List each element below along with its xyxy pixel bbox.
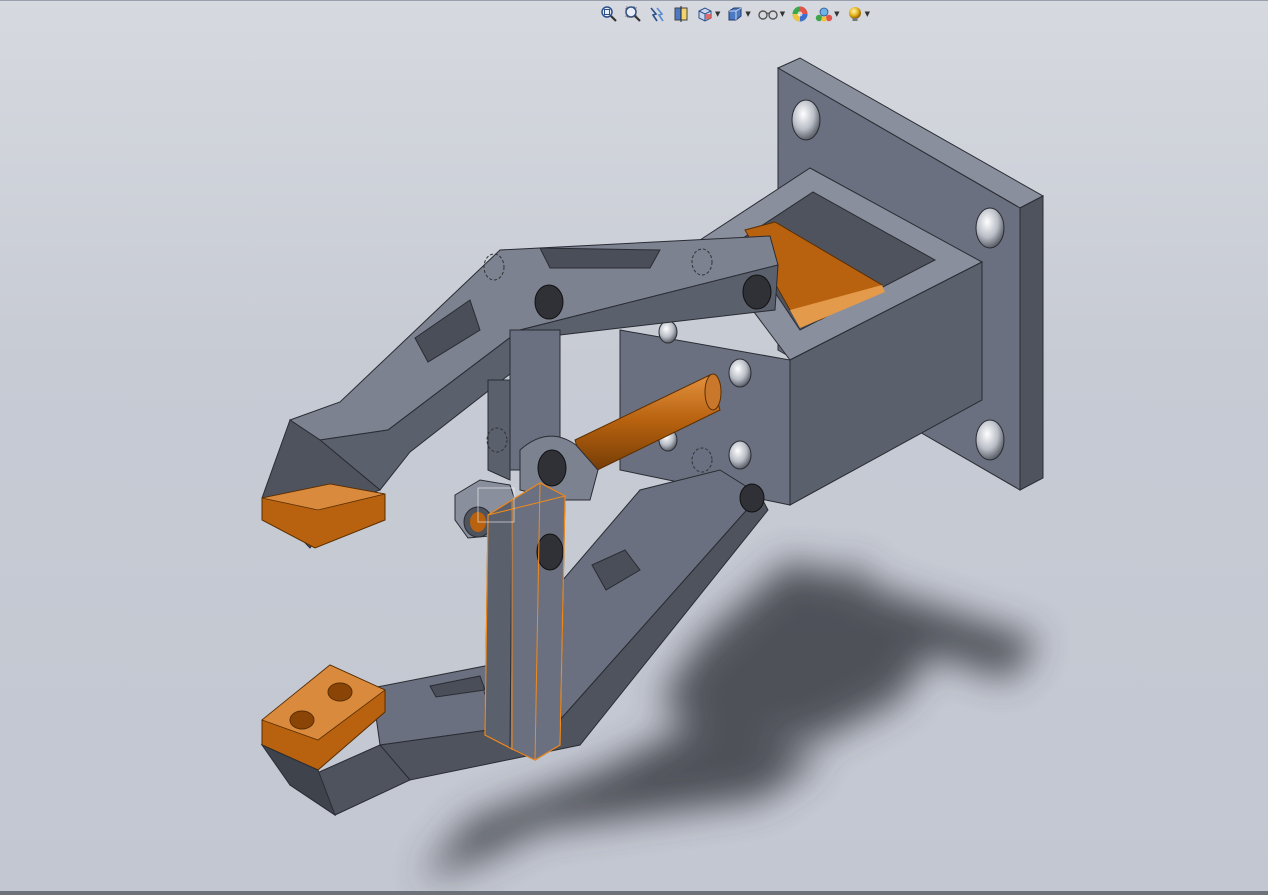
housing-hole bbox=[658, 320, 678, 344]
mounting-hole bbox=[975, 419, 1005, 461]
mounting-hole bbox=[975, 207, 1005, 249]
viewport-bottom-border bbox=[0, 891, 1268, 895]
housing-hole bbox=[728, 440, 752, 470]
graphics-area[interactable]: ▼ ▼ ▼ ▼ ▼ bbox=[0, 0, 1268, 895]
mounting-hole bbox=[791, 99, 821, 141]
selected-link-highlight[interactable] bbox=[477, 482, 566, 761]
model-view[interactable] bbox=[0, 0, 1268, 895]
housing-hole bbox=[728, 358, 752, 388]
